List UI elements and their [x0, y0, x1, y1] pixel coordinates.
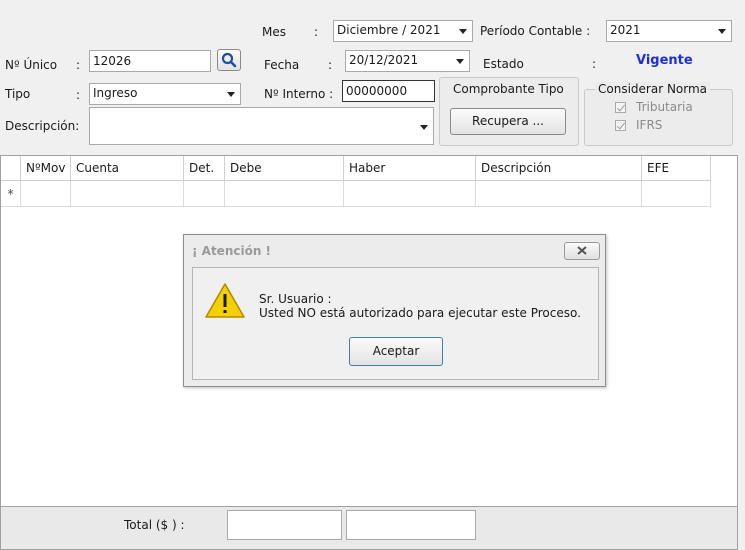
new-row-cell-nromov[interactable] — [21, 181, 71, 207]
col-header-debe[interactable]: Debe — [225, 156, 344, 181]
col-header-descripcion[interactable]: Descripción — [476, 156, 642, 181]
new-row-cell-det[interactable] — [184, 181, 225, 207]
warning-icon — [205, 283, 245, 318]
considerar-norma-title: Considerar Norma — [595, 82, 711, 96]
new-row-cell-debe[interactable] — [225, 181, 344, 207]
fecha-label: Fecha — [264, 58, 300, 72]
new-row-cell-descripcion[interactable] — [476, 181, 642, 207]
dialog-line-1: Sr. Usuario : — [259, 292, 332, 306]
mes-value: Diciembre / 2021 — [337, 23, 441, 37]
descripcion-select[interactable] — [89, 107, 434, 145]
tipo-label: Tipo — [5, 87, 31, 101]
new-row-cell-haber[interactable] — [344, 181, 476, 207]
search-icon — [221, 52, 237, 68]
tributaria-checkbox[interactable] — [615, 102, 626, 113]
tributaria-label: Tributaria — [636, 100, 693, 114]
mes-label: Mes — [262, 25, 286, 39]
chevron-down-icon — [459, 29, 467, 34]
periodo-select[interactable]: 2021 — [606, 20, 732, 42]
nro-interno-label: Nº Interno : — [264, 87, 334, 101]
estado-value: Vigente — [636, 53, 693, 68]
col-header-nromov[interactable]: NºMov — [21, 156, 71, 181]
new-row-marker: * — [1, 181, 21, 207]
dialog-close-button[interactable] — [564, 242, 600, 260]
dialog-body: Sr. Usuario : Usted NO está autorizado p… — [192, 267, 599, 380]
close-icon — [577, 246, 587, 255]
tipo-colon: : — [76, 88, 81, 102]
chevron-down-icon — [420, 125, 428, 130]
col-header-haber[interactable]: Haber — [344, 156, 476, 181]
comprobante-tipo-title: Comprobante Tipo — [453, 82, 564, 96]
ifrs-label: IFRS — [636, 118, 663, 132]
total-haber-field — [346, 510, 476, 540]
chevron-down-icon — [227, 92, 235, 97]
chevron-down-icon — [718, 29, 726, 34]
periodo-label: Período Contable : — [480, 24, 591, 38]
fecha-picker[interactable]: 20/12/2021 — [345, 50, 470, 72]
col-header-cuenta[interactable]: Cuenta — [71, 156, 184, 181]
totals-bar: Total ($ ) : — [0, 507, 738, 550]
fecha-colon: : — [328, 58, 333, 72]
considerar-norma-group: Considerar Norma Tributaria IFRS — [584, 82, 733, 146]
nro-unico-colon: : — [76, 58, 81, 72]
total-debe-field — [227, 510, 342, 540]
accept-button[interactable]: Aceptar — [349, 337, 443, 366]
ifrs-checkbox[interactable] — [615, 120, 626, 131]
estado-colon: : — [592, 57, 597, 71]
nro-unico-input[interactable]: 12026 — [89, 50, 211, 72]
periodo-value: 2021 — [610, 23, 641, 37]
total-label: Total ($ ) : — [124, 518, 185, 532]
col-header-efe[interactable]: EFE — [642, 156, 711, 181]
chevron-down-icon — [456, 59, 464, 64]
mes-colon: : — [314, 25, 319, 39]
mes-select[interactable]: Diciembre / 2021 — [333, 20, 473, 42]
tipo-value: Ingreso — [93, 86, 138, 100]
descripcion-label: Descripción: — [5, 119, 80, 133]
estado-label: Estado — [483, 57, 524, 71]
search-button[interactable] — [217, 49, 241, 71]
recupera-button[interactable]: Recupera ... — [450, 108, 566, 135]
tipo-select[interactable]: Ingreso — [89, 83, 241, 105]
row-header-corner — [1, 156, 21, 181]
attention-dialog: ¡ Atención ! Sr. Usuario : Usted NO está… — [183, 234, 606, 387]
fecha-value: 20/12/2021 — [349, 53, 419, 67]
col-header-det[interactable]: Det. — [184, 156, 225, 181]
dialog-line-2: Usted NO está autorizado para ejecutar e… — [259, 306, 581, 320]
dialog-title: ¡ Atención ! — [192, 244, 272, 258]
comprobante-tipo-group: Comprobante Tipo Recupera ... — [439, 77, 579, 146]
nro-interno-input[interactable]: 00000000 — [342, 80, 435, 102]
new-row-cell-efe[interactable] — [642, 181, 711, 207]
new-row-cell-cuenta[interactable] — [71, 181, 184, 207]
nro-unico-label: Nº Único — [5, 58, 58, 72]
